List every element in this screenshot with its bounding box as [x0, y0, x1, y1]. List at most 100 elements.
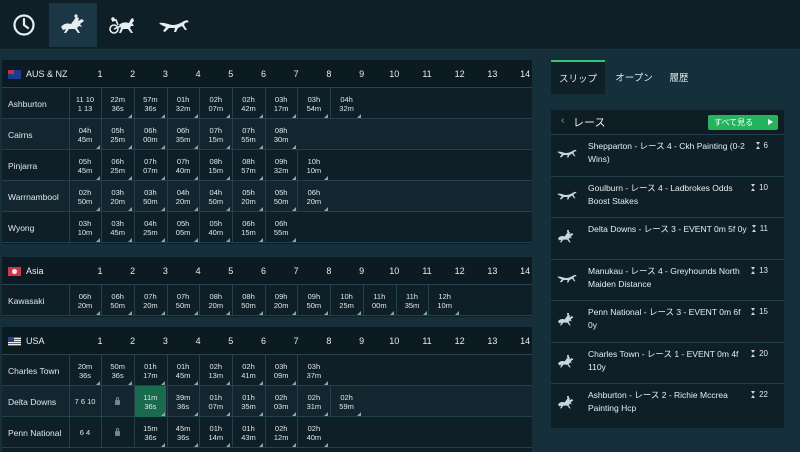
horse-racing-icon[interactable]	[49, 3, 97, 47]
race-number-7[interactable]: 7	[280, 257, 312, 285]
race-time-cell[interactable]: 09h 20m	[264, 285, 297, 316]
race-time-cell[interactable]: 04h 32m	[330, 88, 362, 119]
race-list-item[interactable]: Shepparton - レース 4 - Ckh Painting (0-2 W…	[551, 134, 784, 175]
race-time-cell[interactable]: 07h 50m	[166, 285, 199, 316]
race-time-cell[interactable]: 05h 40m	[199, 212, 231, 243]
race-time-cell[interactable]: 07h 15m	[199, 119, 231, 150]
race-time-cell[interactable]: 08h 15m	[199, 150, 231, 181]
race-time-cell[interactable]: 11m 36s	[133, 386, 166, 417]
race-time-cell[interactable]: 05h 50m	[264, 181, 297, 212]
race-time-cell[interactable]: 02h 13m	[199, 355, 231, 386]
race-time-cell[interactable]: 03h 17m	[264, 88, 297, 119]
tab-slip[interactable]: スリップ	[551, 60, 605, 94]
race-number-13[interactable]: 13	[476, 60, 508, 88]
race-time-cell[interactable]: 07h 55m	[232, 119, 264, 150]
race-number-10[interactable]: 10	[378, 60, 410, 88]
race-list-item[interactable]: Ashburton - レース 2 - Richie Mccrea Painti…	[551, 383, 784, 424]
race-time-cell[interactable]: 22m 36s	[101, 88, 133, 119]
race-number-14[interactable]: 14	[509, 60, 541, 88]
race-number-4[interactable]: 4	[182, 60, 214, 88]
race-list-item[interactable]: Charles Town - レース 1 - EVENT 0m 4f 110y 2…	[551, 341, 784, 383]
clock-icon[interactable]	[0, 3, 48, 47]
venue-name[interactable]: Pinjarra	[8, 150, 37, 181]
race-time-cell[interactable]: 07h 40m	[166, 150, 199, 181]
race-time-cell[interactable]: 03h 37m	[297, 355, 329, 386]
race-number-8[interactable]: 8	[313, 327, 345, 355]
race-number-8[interactable]: 8	[313, 60, 345, 88]
race-time-cell[interactable]: 04h 25m	[133, 212, 166, 243]
race-time-cell[interactable]: 08h 50m	[232, 285, 264, 316]
race-time-cell[interactable]: 11h 35m	[395, 285, 428, 316]
race-number-12[interactable]: 12	[444, 60, 476, 88]
venue-name[interactable]: Kawasaki	[8, 285, 44, 316]
race-number-4[interactable]: 4	[182, 327, 214, 355]
race-time-cell[interactable]: 01h 35m	[232, 386, 264, 417]
race-number-5[interactable]: 5	[215, 60, 247, 88]
race-time-cell[interactable]: 08h 57m	[232, 150, 264, 181]
race-time-cell[interactable]: 03h 20m	[101, 181, 133, 212]
race-time-cell[interactable]: 04h 50m	[199, 181, 231, 212]
race-time-cell[interactable]: 10h 25m	[330, 285, 362, 316]
venue-name[interactable]: Wyong	[8, 212, 34, 243]
race-time-cell[interactable]: 04h 45m	[68, 119, 101, 150]
race-number-13[interactable]: 13	[476, 257, 508, 285]
race-time-cell[interactable]: 02h 59m	[330, 386, 362, 417]
race-number-3[interactable]: 3	[149, 60, 181, 88]
race-time-cell[interactable]	[101, 386, 133, 417]
race-number-1[interactable]: 1	[84, 257, 116, 285]
race-time-cell[interactable]: 11h 00m	[362, 285, 395, 316]
race-number-3[interactable]: 3	[149, 257, 181, 285]
race-time-cell[interactable]: 02h 03m	[264, 386, 297, 417]
race-time-cell[interactable]: 06h 55m	[264, 212, 297, 243]
race-time-cell[interactable]: 06h 20m	[68, 285, 101, 316]
tab-history[interactable]: 履歴	[663, 60, 695, 94]
race-time-cell[interactable]: 20m 36s	[68, 355, 101, 386]
chevron-left-icon[interactable]: ‹	[561, 115, 564, 126]
race-time-cell[interactable]: 01h 17m	[133, 355, 166, 386]
race-time-cell[interactable]: 12h 10m	[428, 285, 460, 316]
race-time-cell[interactable]: 01h 14m	[199, 417, 231, 448]
race-number-4[interactable]: 4	[182, 257, 214, 285]
race-time-cell[interactable]	[101, 417, 133, 448]
race-time-cell[interactable]: 02h 41m	[232, 355, 264, 386]
race-number-11[interactable]: 11	[411, 257, 443, 285]
race-time-cell[interactable]: 02h 50m	[68, 181, 101, 212]
venue-name[interactable]: Charles Town	[8, 355, 59, 386]
race-time-cell[interactable]: 50m 36s	[101, 355, 133, 386]
race-list-item[interactable]: Delta Downs - レース 3 - EVENT 0m 5f 0y 11	[551, 217, 784, 258]
race-time-cell[interactable]: 06h 25m	[101, 150, 133, 181]
venue-name[interactable]: Warrnambool	[8, 181, 59, 212]
race-number-9[interactable]: 9	[346, 327, 378, 355]
race-time-cell[interactable]: 01h 45m	[166, 355, 199, 386]
race-list-item[interactable]: Goulburn - レース 4 - Ladbrokes Odds Boost …	[551, 175, 784, 217]
race-time-cell[interactable]: 04h 20m	[166, 181, 199, 212]
race-time-cell[interactable]: 02h 31m	[297, 386, 329, 417]
race-time-cell[interactable]: 05h 25m	[101, 119, 133, 150]
race-time-cell[interactable]: 03h 10m	[68, 212, 101, 243]
race-list-item[interactable]: Manukau - レース 4 - Greyhounds North Maide…	[551, 258, 784, 300]
race-number-2[interactable]: 2	[117, 257, 149, 285]
race-number-13[interactable]: 13	[476, 327, 508, 355]
race-time-cell[interactable]: 03h 50m	[133, 181, 166, 212]
race-time-cell[interactable]: 10h 10m	[297, 150, 329, 181]
race-time-cell[interactable]: 06h 15m	[232, 212, 264, 243]
race-time-cell[interactable]: 07h 20m	[133, 285, 166, 316]
race-number-6[interactable]: 6	[248, 60, 280, 88]
race-time-cell[interactable]: 7 6 10	[68, 386, 101, 417]
race-time-cell[interactable]: 02h 07m	[199, 88, 231, 119]
race-time-cell[interactable]: 06h 00m	[133, 119, 166, 150]
venue-name[interactable]: Penn National	[8, 417, 61, 448]
greyhound-icon[interactable]	[150, 3, 198, 47]
race-time-cell[interactable]: 06h 35m	[166, 119, 199, 150]
race-number-10[interactable]: 10	[378, 327, 410, 355]
race-number-3[interactable]: 3	[149, 327, 181, 355]
race-time-cell[interactable]: 03h 54m	[297, 88, 329, 119]
race-number-12[interactable]: 12	[444, 257, 476, 285]
race-time-cell[interactable]: 6 4	[68, 417, 101, 448]
race-time-cell[interactable]: 01h 43m	[232, 417, 264, 448]
race-number-9[interactable]: 9	[346, 257, 378, 285]
race-number-1[interactable]: 1	[84, 327, 116, 355]
race-time-cell[interactable]: 05h 45m	[68, 150, 101, 181]
race-time-cell[interactable]: 06h 50m	[101, 285, 133, 316]
venue-name[interactable]: Delta Downs	[8, 386, 56, 417]
